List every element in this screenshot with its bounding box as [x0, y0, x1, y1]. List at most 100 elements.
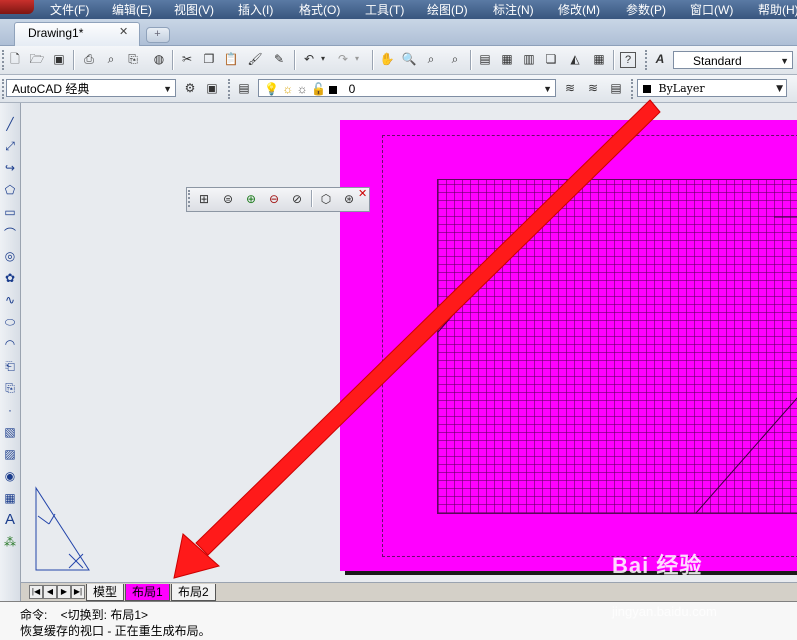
workspace-select[interactable]: AutoCAD 经典 ▼	[6, 79, 176, 97]
gradient-icon[interactable]: ▨	[1, 445, 19, 463]
single-viewport-icon[interactable]: ⊞	[195, 190, 213, 208]
match-properties-icon[interactable]: 🖌	[246, 50, 264, 68]
hatch-icon[interactable]: ▧	[1, 423, 19, 441]
document-tab[interactable]: Drawing1* ✕	[14, 22, 140, 46]
viewport-clear-icon[interactable]: ⊛	[340, 190, 358, 208]
menu-edit[interactable]: 编辑(E)	[112, 1, 152, 18]
open-icon[interactable]: 🗁	[28, 50, 46, 68]
new-icon[interactable]: 🗋	[6, 50, 24, 68]
ellipse-icon[interactable]: ⬭	[1, 313, 19, 331]
layer-select[interactable]: 💡 ☼ ☼ 🔓 0 ▼	[258, 79, 556, 97]
first-tab-icon[interactable]: |◀	[29, 585, 43, 599]
zoom-window-icon[interactable]: ⌕	[422, 50, 440, 68]
menu-draw[interactable]: 绘图(D)	[427, 1, 468, 18]
undo-dropdown-icon[interactable]: ▾	[318, 50, 328, 68]
layer-viewport-icon: ☼	[296, 82, 308, 96]
toolbar-grip[interactable]	[228, 79, 233, 99]
block-editor-icon[interactable]: ✎	[270, 50, 288, 68]
construction-line-icon[interactable]: ⤢	[1, 137, 19, 155]
toolbar-grip[interactable]	[631, 79, 636, 99]
layout-paper[interactable]	[340, 120, 797, 571]
next-tab-icon[interactable]: ▶	[57, 585, 71, 599]
pan-icon[interactable]: ✋	[378, 50, 396, 68]
make-block-icon[interactable]: ⎘	[1, 379, 19, 397]
ellipse-arc-icon[interactable]: ◠	[1, 335, 19, 353]
plot-preview-icon[interactable]: ⌕	[102, 50, 120, 68]
menu-view[interactable]: 视图(V)	[174, 1, 214, 18]
menu-help[interactable]: 帮助(H)	[758, 1, 797, 18]
revision-cloud-icon[interactable]: ✿	[1, 269, 19, 287]
viewport-remove-icon[interactable]: ⊖	[265, 190, 283, 208]
menu-insert[interactable]: 插入(I)	[238, 1, 273, 18]
layer-thaw-icon: ☼	[282, 82, 294, 96]
zoom-previous-icon[interactable]: ⌕	[446, 50, 464, 68]
viewport-add-icon[interactable]: ⊕	[242, 190, 260, 208]
properties-icon[interactable]: ▤	[476, 50, 494, 68]
cut-icon[interactable]: ✂	[178, 50, 196, 68]
viewport-scale-icon[interactable]: ⬡	[317, 190, 335, 208]
layer-properties-icon[interactable]: ▤	[235, 79, 253, 97]
new-tab-button[interactable]: +	[146, 27, 170, 43]
tab-layout1[interactable]: 布局1	[125, 584, 170, 601]
zoom-realtime-icon[interactable]: 🔍	[400, 50, 418, 68]
previous-tab-icon[interactable]: ◀	[43, 585, 57, 599]
region-icon[interactable]: ◉	[1, 467, 19, 485]
markup-icon[interactable]: ◭	[566, 50, 584, 68]
add-selected-icon[interactable]: ⁂	[1, 533, 19, 551]
sheet-set-icon[interactable]: ❏	[542, 50, 560, 68]
toolbar-settings-icon[interactable]: ▣	[203, 79, 221, 97]
copy-icon[interactable]: ❐	[200, 50, 218, 68]
text-style-icon[interactable]: A	[651, 50, 669, 68]
tool-palettes-icon[interactable]: ▥	[520, 50, 538, 68]
calculator-icon[interactable]: ▦	[590, 50, 608, 68]
spline-icon[interactable]: ∿	[1, 291, 19, 309]
plot-icon[interactable]: ⎙	[80, 50, 98, 68]
polyline-icon[interactable]: ↪	[1, 159, 19, 177]
polygon-icon[interactable]: ⬠	[1, 181, 19, 199]
menu-modify[interactable]: 修改(M)	[558, 1, 600, 18]
close-icon[interactable]: ✕	[358, 187, 367, 200]
menu-tools[interactable]: 工具(T)	[365, 1, 404, 18]
make-object-layer-current-icon[interactable]: ≋	[561, 79, 579, 97]
layer-previous-icon[interactable]: ≋	[584, 79, 602, 97]
rectangle-icon[interactable]: ▭	[1, 203, 19, 221]
table-icon[interactable]: ▦	[1, 489, 19, 507]
menu-format[interactable]: 格式(O)	[299, 1, 340, 18]
layer-states-icon[interactable]: ▤	[607, 79, 625, 97]
menu-parameters[interactable]: 参数(P)	[626, 1, 666, 18]
layout-viewport[interactable]	[437, 179, 797, 514]
last-tab-icon[interactable]: ▶|	[71, 585, 85, 599]
drawing-area[interactable]: ⊞ ⊜ ⊕ ⊖ ⊘ ⬡ ⊛ ✕	[21, 103, 797, 582]
viewports-floating-toolbar[interactable]: ⊞ ⊜ ⊕ ⊖ ⊘ ⬡ ⊛ ✕	[186, 187, 370, 212]
insert-block-icon[interactable]: ⎗	[1, 357, 19, 375]
close-icon[interactable]: ✕	[119, 25, 128, 38]
design-center-icon[interactable]: ▦	[498, 50, 516, 68]
workspace-settings-icon[interactable]: ⚙	[181, 79, 199, 97]
toolbar-grip[interactable]	[188, 190, 193, 207]
redo-icon[interactable]: ↷	[334, 50, 352, 68]
viewport-icon[interactable]: ⊜	[219, 190, 237, 208]
tab-layout2[interactable]: 布局2	[171, 584, 216, 601]
menu-window[interactable]: 窗口(W)	[690, 1, 733, 18]
3d-dwf-icon[interactable]: ◍	[150, 50, 168, 68]
multiline-text-icon[interactable]: A	[1, 511, 19, 529]
arc-icon[interactable]: ⌒	[1, 225, 19, 243]
point-icon[interactable]: ·	[1, 401, 19, 419]
menu-file[interactable]: 文件(F)	[50, 1, 89, 18]
redo-dropdown-icon[interactable]: ▾	[352, 50, 362, 68]
circle-icon[interactable]: ◎	[1, 247, 19, 265]
color-control-select[interactable]: ByLayer ▼	[637, 79, 787, 97]
publish-icon[interactable]: ⎘	[124, 50, 142, 68]
viewport-clip-icon[interactable]: ⊘	[288, 190, 306, 208]
help-icon[interactable]: ?	[620, 52, 636, 68]
text-style-select[interactable]: Standard ▼	[673, 51, 793, 69]
tab-model[interactable]: 模型	[86, 584, 125, 601]
paste-icon[interactable]: 📋	[222, 50, 240, 68]
toolbar-separator	[372, 50, 374, 70]
toolbar-grip[interactable]	[645, 50, 650, 70]
undo-icon[interactable]: ↶	[300, 50, 318, 68]
line-icon[interactable]: ╱	[1, 115, 19, 133]
application-menu-button[interactable]	[0, 0, 34, 14]
menu-dimension[interactable]: 标注(N)	[493, 1, 534, 18]
save-icon[interactable]: ▣	[50, 50, 68, 68]
